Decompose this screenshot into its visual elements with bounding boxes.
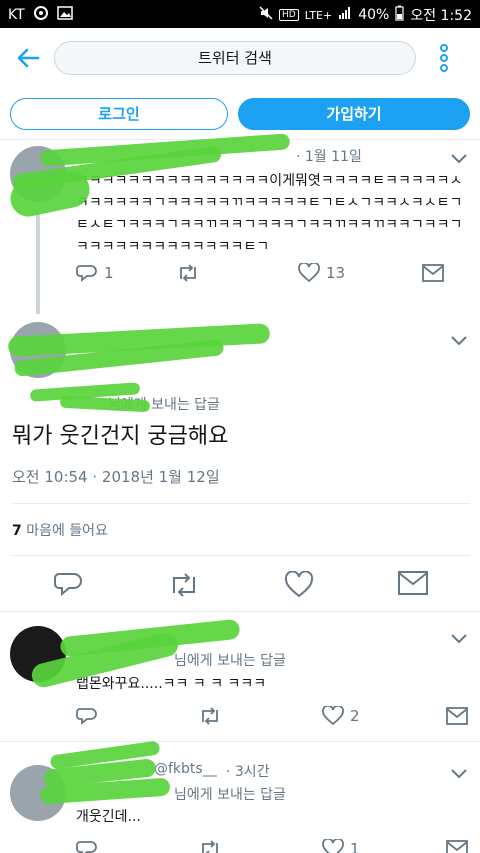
reply-count: 1 — [104, 264, 114, 282]
retweet-icon — [202, 707, 218, 725]
divider — [12, 503, 470, 504]
tweet-timestamp: 오전 10:54 · 2018년 1월 12일 — [12, 468, 220, 486]
tweet-actions — [0, 565, 480, 605]
tweet-actions: 2 — [76, 704, 470, 728]
mail-icon — [422, 264, 444, 282]
like-count: 1 — [350, 840, 360, 853]
signal-icon — [338, 6, 352, 24]
hd-badge-icon: HD — [279, 9, 299, 21]
likes-summary[interactable]: 7 마음에 들어요 — [12, 520, 108, 540]
retweet-icon[interactable] — [168, 571, 198, 601]
mute-icon — [259, 6, 273, 24]
mail-icon[interactable] — [398, 571, 428, 601]
divider — [12, 555, 470, 556]
likes-count: 7 — [12, 523, 22, 539]
thread-connector — [36, 214, 40, 314]
clock-label: 오전 1:52 — [410, 8, 472, 24]
retweet-button[interactable] — [198, 706, 322, 726]
reply-icon[interactable] — [53, 571, 83, 601]
retweet-button[interactable] — [176, 263, 298, 283]
like-button[interactable]: 2 — [322, 706, 446, 726]
heart-icon — [322, 839, 344, 853]
chevron-down-icon[interactable] — [450, 332, 468, 346]
mail-icon — [446, 707, 468, 725]
reply-button[interactable] — [76, 839, 198, 853]
reply-icon — [76, 708, 97, 725]
top-bar: 트위터 검색 — [0, 28, 480, 88]
signup-button[interactable]: 가입하기 — [238, 98, 470, 130]
like-count: 13 — [326, 264, 346, 282]
network-label: LTE+ — [304, 8, 333, 22]
back-arrow-icon[interactable] — [14, 44, 42, 72]
search-input[interactable]: 트위터 검색 — [54, 41, 416, 75]
chevron-down-icon[interactable] — [450, 765, 468, 779]
tweet-text: 랩몬와꾸요.....ㅋㅋ ㅋ ㅋ ㅋㅋㅋ — [76, 676, 267, 692]
image-notification-icon — [56, 6, 73, 24]
battery-icon — [395, 5, 404, 25]
battery-label: 40% — [358, 7, 390, 23]
login-button[interactable]: 로그인 — [10, 98, 228, 130]
carrier-label: KT — [8, 7, 25, 23]
tweet-date: · 1월 11일 — [296, 149, 362, 165]
more-options-icon[interactable] — [432, 42, 456, 74]
tweet-actions: 1 — [76, 837, 470, 853]
reply-to-suffix: 님에게 보내는 답글 — [174, 787, 286, 803]
share-button[interactable] — [446, 707, 468, 725]
reply-icon — [76, 265, 97, 282]
reply-icon — [76, 841, 97, 853]
user-handle[interactable]: @fkbts__ — [154, 761, 217, 777]
chevron-down-icon[interactable] — [450, 630, 468, 644]
like-count: 2 — [350, 707, 360, 725]
chevron-down-icon[interactable] — [450, 150, 468, 164]
heart-icon — [298, 263, 320, 283]
tweet-text: 개웃긴데... — [76, 809, 141, 825]
retweet-icon — [180, 264, 196, 282]
tweet-time: · 3시간 — [226, 764, 270, 780]
auth-bar: 로그인 가입하기 — [0, 88, 480, 140]
tweet-text: 뭐가 웃긴건지 궁금해요 — [12, 424, 229, 449]
likes-label: 마음에 들어요 — [26, 523, 108, 539]
tweet-actions: 1 13 — [76, 261, 470, 285]
mail-icon — [446, 840, 468, 853]
heart-icon — [322, 706, 344, 726]
like-button[interactable]: 1 — [322, 839, 446, 853]
retweet-button[interactable] — [198, 839, 322, 853]
status-bar: KT HD LTE+ 40% 오전 1:52 — [0, 0, 480, 28]
reply-to-suffix: 님에게 보내는 답글 — [174, 653, 286, 669]
tweet-text: ㅋㅋㅋㅋㅋㅋㅋㅋㅋㅋㅋㅋㅋㅋㅋ이게뭐엿ㅋㅋㅋㅋㅌㅋㅋㅋㅋㅋㅅㅋㅋㅋㅋㅋㅋㄱㅋㅋㅋ… — [76, 173, 463, 255]
reply-button[interactable] — [76, 706, 198, 726]
share-button[interactable] — [446, 840, 468, 853]
share-button[interactable] — [422, 264, 444, 282]
like-button[interactable]: 13 — [298, 263, 422, 283]
camera-notification-icon — [33, 5, 49, 25]
retweet-icon — [202, 840, 218, 853]
reply-button[interactable]: 1 — [76, 263, 176, 283]
heart-icon[interactable] — [284, 570, 314, 601]
